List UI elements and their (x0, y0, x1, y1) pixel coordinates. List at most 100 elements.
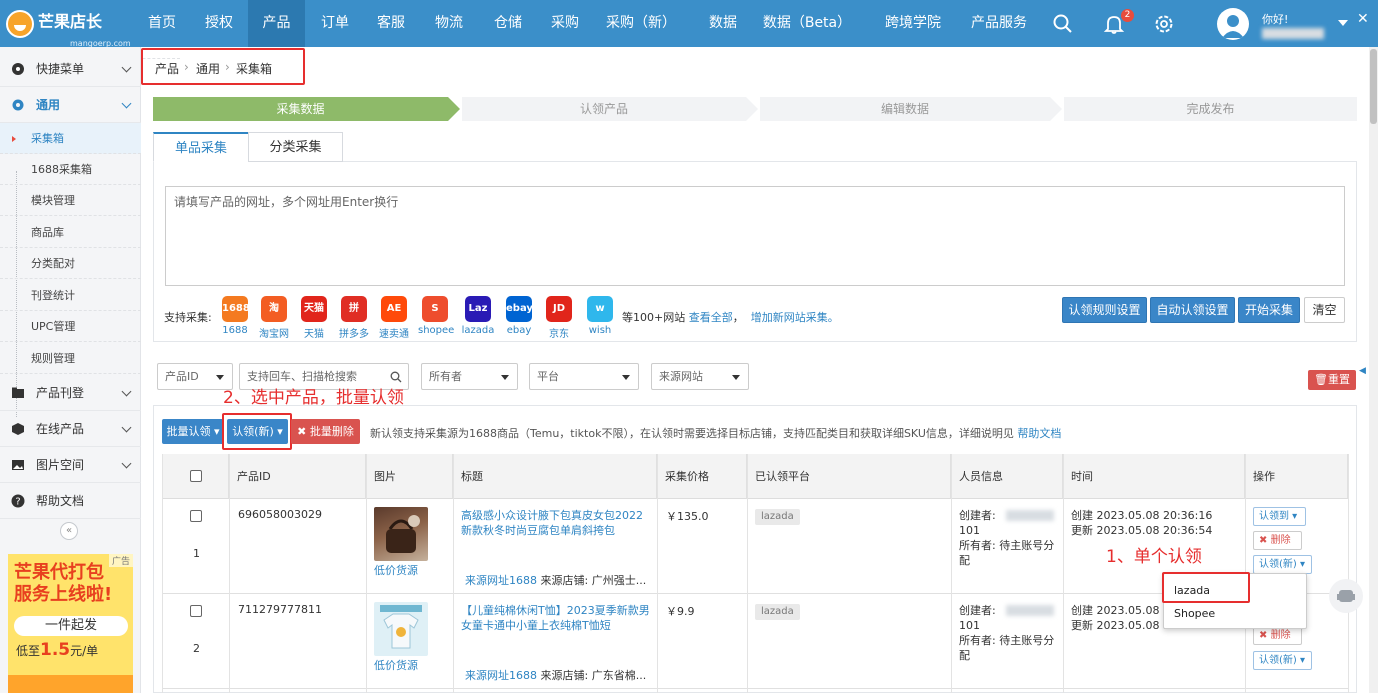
nav-auth[interactable]: 授权 (193, 0, 245, 47)
sidebar-item-rules[interactable]: 规则管理 (0, 343, 141, 374)
platform-select[interactable]: 平台 (529, 363, 639, 390)
nav-home[interactable]: 首页 (138, 0, 186, 47)
product-image[interactable] (374, 507, 428, 561)
clear-button[interactable]: 清空 (1304, 297, 1345, 323)
row-checkbox[interactable] (190, 510, 202, 522)
add-site-link[interactable]: 增加新网站采集。 (751, 311, 839, 324)
product-image[interactable] (374, 602, 428, 656)
nav-service[interactable]: 客服 (367, 0, 415, 47)
cheap-source-link[interactable]: 低价货源 (374, 657, 418, 673)
delete-label: 删除 (1270, 630, 1291, 641)
source-url-link[interactable]: 来源网址1688 (465, 669, 537, 682)
search-icon[interactable] (1052, 13, 1074, 35)
product-title-link[interactable]: 高级感小众设计腋下包真皮女包2022新款秋冬时尚豆腐包单肩斜挎包 (461, 508, 651, 538)
nav-product-service[interactable]: 产品服务 (964, 0, 1034, 47)
batch-delete-button[interactable]: ✖ 批量删除 (291, 419, 360, 444)
nav-data[interactable]: 数据 (699, 0, 747, 47)
sidebar-menu-listing[interactable]: 产品刊登 (0, 375, 141, 411)
platform-京东[interactable]: JD 京东 (542, 296, 576, 340)
brand-logo[interactable]: 芒果店长 mangoerp.com (6, 8, 180, 59)
column-divider (162, 454, 163, 693)
sidebar-item-modules[interactable]: 模块管理 (0, 185, 141, 216)
sidebar-item-products[interactable]: 商品库 (0, 217, 141, 248)
sidebar-menu-online[interactable]: 在线产品 (0, 411, 141, 447)
claim-new-row-button[interactable]: 认领(新) ▾ (1253, 651, 1312, 670)
sidebar-menu-help[interactable]: ? 帮助文档 (0, 483, 141, 519)
annotation-single-claim: 1、单个认领 (1106, 547, 1202, 567)
customer-service-icon[interactable] (1328, 578, 1364, 614)
nav-purchase-new[interactable]: 采购（新） (599, 0, 683, 47)
caret-down-icon (216, 375, 224, 380)
caret-left-icon[interactable]: ◀ (1359, 366, 1366, 376)
owner-select[interactable]: 所有者 (421, 363, 518, 390)
search-icon[interactable] (390, 371, 402, 383)
sidebar-menu-shortcut[interactable]: 快捷菜单 (0, 51, 141, 87)
scrollbar-thumb[interactable] (1370, 49, 1377, 124)
platform-name: 速卖通 (379, 329, 409, 340)
help-doc-link[interactable]: 帮助文档 (1017, 427, 1061, 440)
more-sites-text: 等100+网站 (622, 311, 686, 324)
platform-1688[interactable]: 1688 1688 (218, 296, 252, 336)
platform-ebay[interactable]: ebay ebay (502, 296, 536, 336)
platform-天猫[interactable]: 天猫 天猫 (297, 296, 331, 340)
nav-logistics[interactable]: 物流 (425, 0, 473, 47)
product-title-link[interactable]: 【儿童纯棉休闲T恤】2023夏季新款男女童卡通中小童上衣纯棉T恤短 (461, 603, 651, 633)
page-scrollbar[interactable] (1369, 47, 1378, 693)
url-input[interactable] (165, 186, 1345, 286)
platform-name: shopee (418, 325, 455, 336)
platform-淘宝网[interactable]: 淘淘宝网 (257, 296, 291, 340)
nav-product[interactable]: 产品 (248, 0, 305, 47)
source-url-link[interactable]: 来源网址1688 (465, 574, 537, 587)
sidebar-item-listing-stats[interactable]: 刊登统计 (0, 280, 141, 311)
sidebar-item-1688-box[interactable]: 1688采集箱 (0, 154, 141, 185)
sidebar-item-category-match[interactable]: 分类配对 (0, 248, 141, 279)
platform-lazada[interactable]: Laz lazada (461, 296, 495, 336)
platform-logo-icon: 1688 (222, 296, 250, 322)
claim-to-button[interactable]: 认领到 ▾ (1253, 507, 1306, 526)
user-menu-chevron-icon[interactable] (1338, 20, 1348, 26)
dropdown-item-shopee[interactable]: Shopee (1174, 607, 1215, 620)
creator-name-redacted (1006, 605, 1054, 616)
nav-purchase[interactable]: 采购 (541, 0, 589, 47)
platform-wish[interactable]: w wish (583, 296, 617, 336)
tab-single-collect[interactable]: 单品采集 (153, 132, 249, 162)
trash-icon: 🗑 (1314, 373, 1328, 386)
select-all-checkbox[interactable] (190, 470, 202, 482)
sidebar-item-collect-box[interactable]: 采集箱 (0, 123, 141, 154)
nav-academy[interactable]: 跨境学院 (873, 0, 953, 47)
product-id-select[interactable]: 产品ID (157, 363, 233, 390)
start-collect-button[interactable]: 开始采集 (1238, 297, 1300, 323)
tab-category-collect[interactable]: 分类采集 (248, 132, 343, 162)
platform-shopee[interactable]: Sshopee (418, 296, 455, 336)
cheap-source-link[interactable]: 低价货源 (374, 562, 418, 578)
chevron-down-icon (121, 458, 132, 469)
header-people: 人员信息 (951, 454, 1063, 499)
claim-rule-setting-button[interactable]: 认领规则设置 (1062, 297, 1147, 323)
sidebar-item-upc[interactable]: UPC管理 (0, 311, 141, 342)
source-site-select[interactable]: 来源网站 (651, 363, 749, 390)
updated-time: 更新 2023.05.08 14 (1071, 619, 1177, 632)
view-all-link[interactable]: 查看全部 (689, 311, 733, 324)
row-checkbox[interactable] (190, 605, 202, 617)
delete-button[interactable]: ✖ 删除 (1253, 531, 1302, 550)
ad-banner[interactable]: 广告 芒果代打包 服务上线啦! 一件起发 低至1.5元/单 (8, 554, 133, 693)
nav-warehouse[interactable]: 仓储 (484, 0, 532, 47)
creator-id: 101 (959, 619, 980, 632)
sidebar-menu-general[interactable]: 通用 (0, 87, 141, 123)
collapse-sidebar-button[interactable]: « (60, 522, 78, 540)
nav-data-beta[interactable]: 数据（Beta） (757, 0, 857, 47)
claim-new-row-button[interactable]: 认领(新) ▾ (1253, 555, 1312, 574)
nav-orders[interactable]: 订单 (311, 0, 359, 47)
close-icon[interactable]: ✕ (1357, 11, 1369, 27)
updated-time: 更新 2023.05.08 20:36:54 (1071, 524, 1213, 537)
sidebar-menu-images[interactable]: 图片空间 (0, 447, 141, 483)
batch-claim-button[interactable]: 批量认领 ▾ (162, 419, 224, 444)
platform-速卖通[interactable]: AE 速卖通 (377, 296, 411, 340)
auto-claim-setting-button[interactable]: 自动认领设置 (1150, 297, 1235, 323)
avatar[interactable] (1217, 8, 1249, 40)
reset-button[interactable]: 🗑重置 (1308, 370, 1356, 390)
header-price: 采集价格 (657, 454, 747, 499)
creator-id: 101 (959, 524, 980, 537)
platform-拼多多[interactable]: 拼拼多多 (337, 296, 371, 340)
gear-icon[interactable] (1153, 13, 1175, 35)
